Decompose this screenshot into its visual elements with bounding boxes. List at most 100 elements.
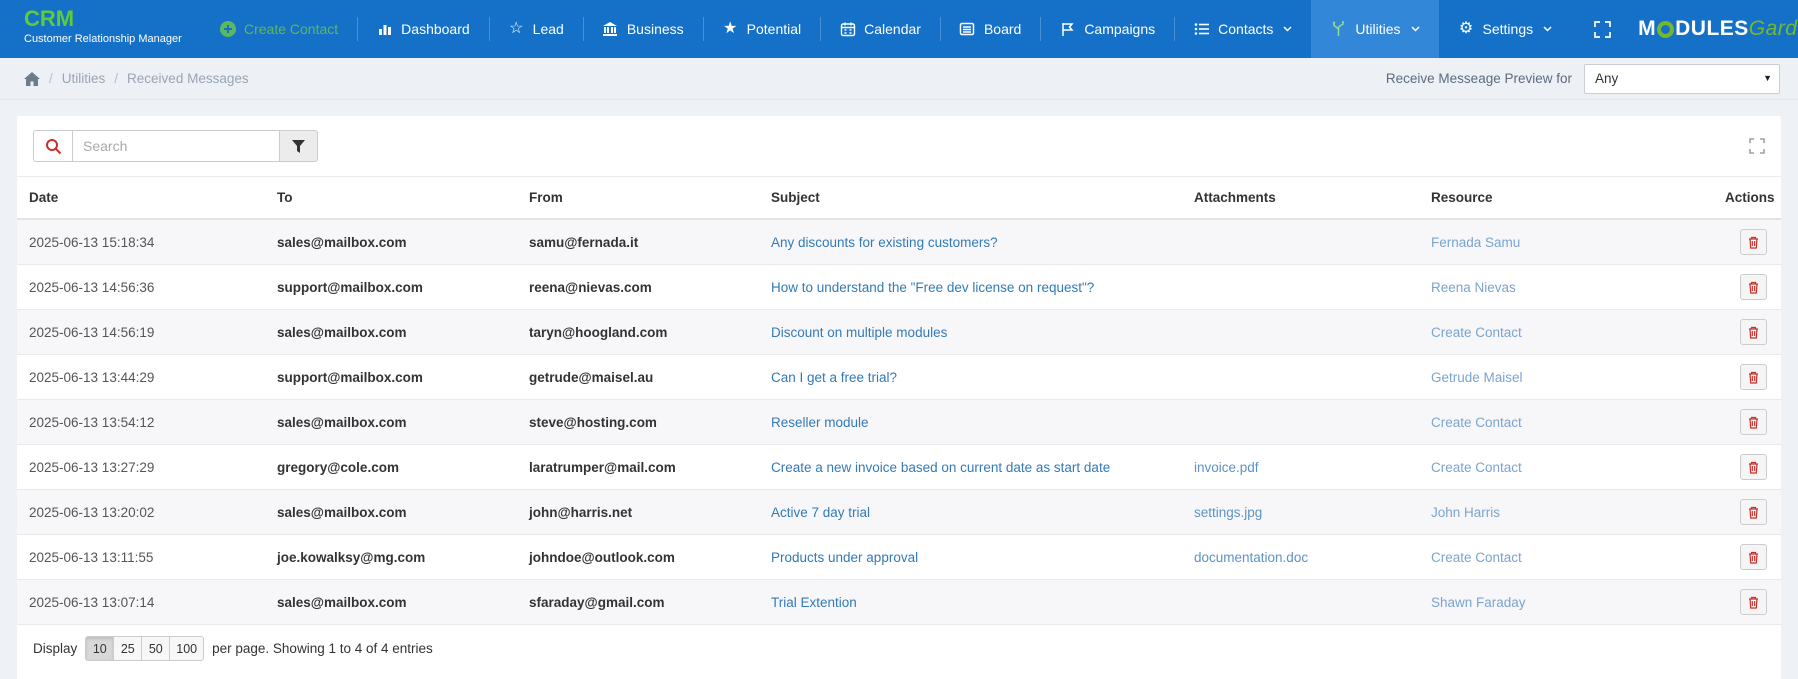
crm-brand-subtitle: Customer Relationship Manager <box>24 33 180 45</box>
filter-button[interactable] <box>280 130 318 162</box>
cell-from: samu@fernada.it <box>517 219 759 265</box>
cell-date: 2025-06-13 13:20:02 <box>17 490 265 535</box>
list-icon <box>1193 21 1210 38</box>
resource-link[interactable]: Create Contact <box>1431 325 1522 340</box>
bar-chart-icon <box>376 21 393 38</box>
preview-filter-select[interactable]: Any <box>1584 64 1780 94</box>
subject-link[interactable]: How to understand the "Free dev license … <box>771 280 1094 295</box>
cell-from: getrude@maisel.au <box>517 355 759 400</box>
nav-create-contact[interactable]: Create Contact <box>200 0 357 58</box>
modulesgarden-logo[interactable]: M DULES Garden <box>1638 17 1798 41</box>
expand-table-icon[interactable] <box>1749 138 1765 154</box>
search-input[interactable] <box>72 130 280 162</box>
table-row: 2025-06-13 13:44:29 support@mailbox.com … <box>17 355 1781 400</box>
attachment-link[interactable]: documentation.doc <box>1194 550 1308 565</box>
delete-message-button[interactable] <box>1740 499 1767 525</box>
cell-from: steve@hosting.com <box>517 400 759 445</box>
header-resource: Resource <box>1419 177 1713 219</box>
header-actions: Actions <box>1713 177 1781 219</box>
cell-to: gregory@cole.com <box>265 445 517 490</box>
page-size-10[interactable]: 10 <box>85 636 114 661</box>
nav-calendar[interactable]: Calendar <box>820 0 940 58</box>
delete-message-button[interactable] <box>1740 544 1767 570</box>
received-messages-panel: Date To From Subject Attachments Resourc… <box>17 116 1781 679</box>
fullscreen-icon[interactable] <box>1593 20 1612 39</box>
nav-board[interactable]: Board <box>940 0 1040 58</box>
cell-from: laratrumper@mail.com <box>517 445 759 490</box>
cell-date: 2025-06-13 13:11:55 <box>17 535 265 580</box>
nav-item-label: Potential <box>747 21 801 37</box>
cell-from: reena@nievas.com <box>517 265 759 310</box>
table-toolbar <box>17 116 1781 177</box>
nav-lead[interactable]: ☆ Lead <box>489 0 583 58</box>
search-group <box>33 130 318 162</box>
flag-icon <box>1059 21 1076 38</box>
gear-icon: ⚙ <box>1458 21 1475 38</box>
crm-brand[interactable]: CRM Customer Relationship Manager <box>0 0 200 58</box>
home-icon[interactable] <box>24 72 40 86</box>
delete-message-button[interactable] <box>1740 274 1767 300</box>
table-header-row: Date To From Subject Attachments Resourc… <box>17 177 1781 219</box>
resource-link[interactable]: Getrude Maisel <box>1431 370 1523 385</box>
delete-message-button[interactable] <box>1740 364 1767 390</box>
header-attachments: Attachments <box>1182 177 1419 219</box>
preview-filter-label: Receive Messeage Preview for <box>1386 71 1572 86</box>
star-outline-icon: ☆ <box>508 21 525 38</box>
page-size-50[interactable]: 50 <box>141 636 170 661</box>
received-messages-table: Date To From Subject Attachments Resourc… <box>17 177 1781 624</box>
subject-link[interactable]: Trial Extention <box>771 595 857 610</box>
attachment-link[interactable]: settings.jpg <box>1194 505 1262 520</box>
delete-message-button[interactable] <box>1740 589 1767 615</box>
resource-link[interactable]: Create Contact <box>1431 460 1522 475</box>
attachment-link[interactable]: invoice.pdf <box>1194 460 1259 475</box>
delete-message-button[interactable] <box>1740 319 1767 345</box>
top-navbar: CRM Customer Relationship Manager Create… <box>0 0 1798 58</box>
subject-link[interactable]: Create a new invoice based on current da… <box>771 460 1110 475</box>
resource-link[interactable]: Create Contact <box>1431 550 1522 565</box>
nav-item-label: Utilities <box>1355 21 1400 37</box>
subject-link[interactable]: Discount on multiple modules <box>771 325 947 340</box>
resource-link[interactable]: Shawn Faraday <box>1431 595 1526 610</box>
page-size-100[interactable]: 100 <box>169 636 204 661</box>
subject-link[interactable]: Any discounts for existing customers? <box>771 235 998 250</box>
breadcrumb-current-page: Received Messages <box>127 71 249 86</box>
cell-from: sfaraday@gmail.com <box>517 580 759 625</box>
resource-link[interactable]: Reena Nievas <box>1431 280 1516 295</box>
subject-link[interactable]: Products under approval <box>771 550 918 565</box>
nav-utilities[interactable]: Utilities <box>1311 0 1438 58</box>
cell-date: 2025-06-13 13:44:29 <box>17 355 265 400</box>
nav-business[interactable]: Business <box>583 0 703 58</box>
logo-garden: Garden <box>1749 17 1798 41</box>
page-size-25[interactable]: 25 <box>113 636 142 661</box>
subject-link[interactable]: Reseller module <box>771 415 869 430</box>
bank-icon <box>602 21 619 38</box>
logo-m: M <box>1638 17 1656 41</box>
display-label: Display <box>33 641 77 656</box>
delete-message-button[interactable] <box>1740 454 1767 480</box>
nav-contacts[interactable]: Contacts <box>1174 0 1311 58</box>
delete-message-button[interactable] <box>1740 409 1767 435</box>
nav-settings[interactable]: ⚙ Settings <box>1439 0 1572 58</box>
header-date: Date <box>17 177 265 219</box>
chevron-down-icon <box>1283 26 1292 32</box>
nav-dashboard[interactable]: Dashboard <box>357 0 489 58</box>
cell-from: johndoe@outlook.com <box>517 535 759 580</box>
nav-item-label: Dashboard <box>401 21 470 37</box>
nav-campaigns[interactable]: Campaigns <box>1040 0 1174 58</box>
breadcrumb-utilities[interactable]: Utilities <box>62 71 106 86</box>
resource-link[interactable]: John Harris <box>1431 505 1500 520</box>
breadcrumb-bar: / Utilities / Received Messages Receive … <box>0 58 1798 100</box>
subject-link[interactable]: Can I get a free trial? <box>771 370 897 385</box>
subject-link[interactable]: Active 7 day trial <box>771 505 870 520</box>
breadcrumb: / Utilities / Received Messages <box>24 71 249 86</box>
table-row: 2025-06-13 14:56:19 sales@mailbox.com ta… <box>17 310 1781 355</box>
nav-potential[interactable]: ★ Potential <box>703 0 820 58</box>
header-subject: Subject <box>759 177 1182 219</box>
table-row: 2025-06-13 15:18:34 sales@mailbox.com sa… <box>17 219 1781 265</box>
delete-message-button[interactable] <box>1740 229 1767 255</box>
resource-link[interactable]: Fernada Samu <box>1431 235 1520 250</box>
navbar-right: M DULES Garden <box>1571 0 1798 58</box>
resource-link[interactable]: Create Contact <box>1431 415 1522 430</box>
star-filled-icon: ★ <box>722 21 739 38</box>
header-from: From <box>517 177 759 219</box>
